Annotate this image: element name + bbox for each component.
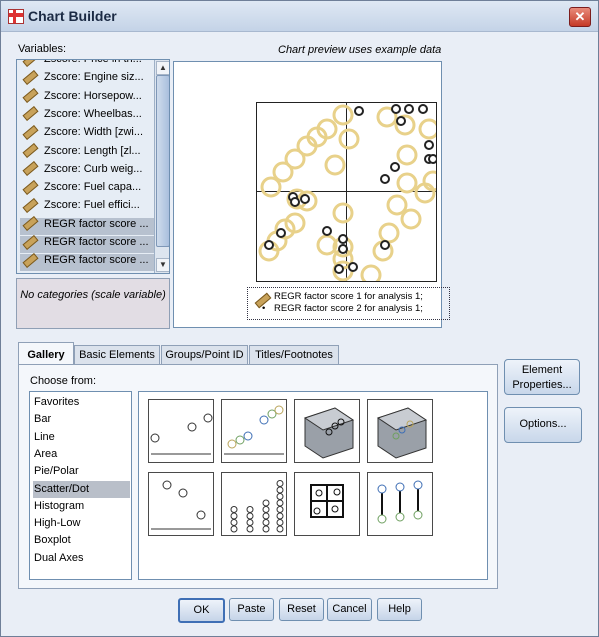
variable-item[interactable]: Zscore: Wheelbas... [20, 106, 154, 125]
variable-label: REGR factor score ... [44, 217, 149, 230]
variable-item[interactable]: REGR factor score ... [20, 216, 154, 235]
scale-variable-icon [22, 88, 39, 104]
scroll-thumb[interactable] [156, 75, 169, 247]
scatter-points [258, 104, 436, 281]
legend-line-1: REGR factor score 1 for analysis 1; [274, 291, 423, 302]
help-button[interactable]: Help [377, 598, 422, 621]
drop-line-icon[interactable] [367, 472, 433, 536]
scale-variable-icon [22, 179, 39, 195]
choose-from-label: Choose from: [30, 375, 97, 387]
chart-gallery-thumbnails[interactable] [138, 391, 488, 580]
variable-label: Zscore: Width [zwi... [44, 126, 144, 139]
simple-scatter-icon[interactable] [148, 399, 214, 463]
scale-variable-icon [22, 106, 39, 122]
variables-list[interactable]: Zscore: Price in th... Zscore: Engine siz… [16, 59, 170, 274]
element-properties-button[interactable]: Element Properties... [504, 359, 580, 395]
variable-item[interactable]: Zscore: Engine siz... [20, 69, 154, 88]
chart-type-item[interactable]: Scatter/Dot [33, 480, 130, 498]
scatterplot-matrix-icon[interactable] [294, 472, 360, 536]
scatter-matrix-plot[interactable] [256, 102, 437, 282]
variable-label: Zscore: Fuel effici... [44, 199, 140, 212]
options-button[interactable]: Options... [504, 407, 582, 443]
gallery-panel: Choose from: Favorites Bar Line Area Pie/Pol… [18, 364, 498, 589]
variable-label: Zscore: Engine siz... [44, 71, 144, 84]
chart-type-item[interactable]: Favorites [33, 394, 130, 411]
scale-variable-icon [22, 197, 39, 213]
tab-basic-elements[interactable]: Basic Elements [74, 345, 160, 364]
variable-label: Zscore: Fuel capa... [44, 181, 142, 194]
variable-item[interactable]: Zscore: Price in th... [20, 59, 154, 70]
variable-item[interactable]: Zscore: Fuel effici... [20, 197, 154, 216]
scale-variable-icon [22, 216, 39, 232]
simple-dot-plot-icon[interactable] [221, 472, 287, 536]
ok-button[interactable]: OK [178, 598, 225, 623]
variable-label: Zscore: Price in th... [44, 59, 142, 65]
chart-type-item[interactable]: Line [33, 429, 130, 446]
variable-item[interactable]: Zscore: Fuel capa... [20, 179, 154, 198]
scale-variable-icon [22, 124, 39, 140]
grouped-scatter-icon[interactable] [221, 399, 287, 463]
summary-point-plot-icon[interactable] [148, 472, 214, 536]
variable-label: Zscore: Length [zl... [44, 144, 141, 157]
reset-button[interactable]: Reset [279, 598, 324, 621]
tab-gallery[interactable]: Gallery [18, 342, 74, 365]
variable-item[interactable]: Zscore: Curb weig... [20, 161, 154, 180]
variable-label: Zscore: Horsepow... [44, 89, 142, 102]
variable-label: Zscore: Wheelbas... [44, 107, 142, 120]
variables-scrollbar[interactable]: ▲ ▼ [154, 60, 169, 273]
preview-legend[interactable]: REGR factor score 1 for analysis 1; • RE… [247, 287, 450, 320]
scale-variable-icon [22, 252, 39, 268]
builder-tabs: Gallery Basic Elements Groups/Point ID T… [18, 342, 498, 365]
variable-label: REGR factor score ... [44, 236, 149, 248]
chart-type-item[interactable]: Boxplot [33, 532, 130, 549]
scale-variable-icon [22, 69, 39, 85]
chart-builder-icon [8, 9, 24, 24]
scroll-down-button[interactable]: ▼ [156, 258, 169, 272]
legend-bullet: • [262, 303, 266, 314]
simple-3d-scatter-icon[interactable] [294, 399, 360, 463]
close-button[interactable]: ✕ [569, 7, 591, 27]
window-title: Chart Builder [28, 8, 117, 24]
categories-box: No categories (scale variable) [16, 278, 170, 329]
chart-type-item[interactable]: Bar [33, 411, 130, 428]
tab-titles-footnotes[interactable]: Titles/Footnotes [249, 345, 339, 364]
scroll-up-button[interactable]: ▲ [156, 61, 169, 75]
scale-variable-icon [22, 60, 39, 67]
paste-button[interactable]: Paste [229, 598, 274, 621]
preview-caption: Chart preview uses example data [278, 44, 442, 56]
cancel-button[interactable]: Cancel [327, 598, 372, 621]
chart-type-item[interactable]: Histogram [33, 498, 130, 515]
chart-builder-window: Chart Builder ✕ Variables: Zscore: Price… [0, 0, 599, 637]
scale-variable-icon [22, 234, 39, 250]
variable-item[interactable]: REGR factor score ... [20, 234, 154, 253]
scale-variable-icon [22, 143, 39, 159]
scale-variable-icon [22, 161, 39, 177]
chart-type-item[interactable]: Dual Axes [33, 550, 130, 567]
variable-label: Zscore: Curb weig... [44, 162, 143, 175]
chart-type-item[interactable]: High-Low [33, 515, 130, 532]
tab-groups-point-id[interactable]: Groups/Point ID [161, 345, 248, 364]
variable-item[interactable]: REGR factor score ... [20, 252, 154, 272]
chart-type-item[interactable]: Pie/Polar [33, 463, 130, 480]
variables-label: Variables: [18, 43, 67, 55]
chart-preview[interactable]: REGR factor score 1 for analysis 1; • RE… [173, 61, 450, 328]
chart-type-list[interactable]: Favorites Bar Line Area Pie/Polar Scatter/Dot… [29, 391, 132, 580]
variable-item[interactable]: Zscore: Width [zwi... [20, 124, 154, 143]
legend-line-2: REGR factor score 2 for analysis 1; [274, 303, 423, 314]
grouped-3d-scatter-icon[interactable] [367, 399, 433, 463]
categories-text: No categories (scale variable) [20, 289, 166, 301]
variable-item[interactable]: Zscore: Horsepow... [20, 88, 154, 107]
title-bar: Chart Builder ✕ [1, 1, 598, 32]
variable-item[interactable]: Zscore: Length [zl... [20, 143, 154, 162]
variable-label: REGR factor score ... [44, 254, 149, 267]
chart-type-item[interactable]: Area [33, 446, 130, 463]
